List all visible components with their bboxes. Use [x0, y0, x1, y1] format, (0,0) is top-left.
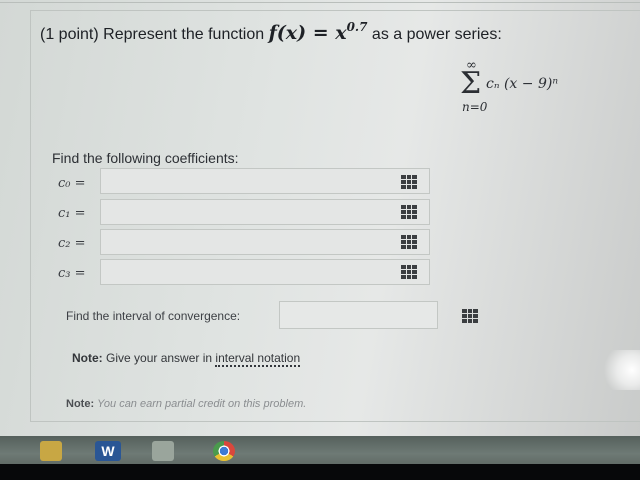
keypad-icon[interactable]: [401, 205, 417, 219]
coefficients-heading: Find the following coefficients:: [52, 150, 239, 166]
excel-icon[interactable]: [152, 441, 174, 461]
folder-icon[interactable]: [40, 441, 62, 461]
keypad-icon[interactable]: [401, 175, 417, 189]
interval-input[interactable]: [279, 301, 438, 329]
interval-label: Find the interval of convergence:: [66, 309, 241, 323]
interval-notation-link[interactable]: interval notation: [215, 351, 301, 367]
c2-input[interactable]: [100, 229, 430, 255]
problem-suffix: as a power series:: [371, 26, 502, 43]
c1-input[interactable]: [100, 199, 430, 225]
function-formula: f(x) = x0.7: [268, 20, 368, 44]
series-term: cₙ (x − 9)ⁿ: [486, 76, 558, 92]
function-base: f(x) = x: [268, 22, 347, 44]
c0-label: c₀ =: [58, 176, 86, 191]
series-lower-limit: n=0: [462, 100, 488, 114]
monitor-bezel: [0, 464, 640, 480]
word-icon[interactable]: W: [95, 441, 121, 461]
c0-input[interactable]: [100, 168, 430, 194]
sigma-symbol: Σ: [460, 66, 482, 101]
problem-points: (1 point): [40, 26, 99, 43]
power-series-formula: ∞ Σ cₙ (x − 9)ⁿ n=0: [458, 58, 598, 118]
keypad-icon[interactable]: [401, 235, 417, 249]
note-prefix: Note:: [72, 351, 103, 365]
function-exponent: 0.7: [346, 20, 368, 34]
screen-glare: [600, 350, 640, 390]
c2-label: c₂ =: [58, 236, 86, 251]
chrome-icon[interactable]: [213, 441, 235, 461]
keypad-icon[interactable]: [462, 309, 478, 323]
top-divider: [0, 2, 640, 3]
note-interval-notation: Note: Give your answer in interval notat…: [72, 351, 301, 367]
c1-label: c₁ =: [58, 206, 86, 221]
c3-label: c₃ =: [58, 266, 86, 281]
note-text: You can earn partial credit on this prob…: [97, 398, 307, 410]
problem-statement: (1 point) Represent the function f(x) = …: [40, 20, 502, 44]
browser-viewport: (1 point) Represent the function f(x) = …: [0, 0, 640, 436]
note-partial-credit: Note: You can earn partial credit on thi…: [66, 398, 306, 410]
keypad-icon[interactable]: [401, 265, 417, 279]
note-text: Give your answer in: [106, 351, 213, 365]
problem-prompt: Represent the function: [103, 26, 265, 43]
c3-input[interactable]: [100, 259, 430, 285]
note-prefix: Note:: [66, 398, 95, 410]
